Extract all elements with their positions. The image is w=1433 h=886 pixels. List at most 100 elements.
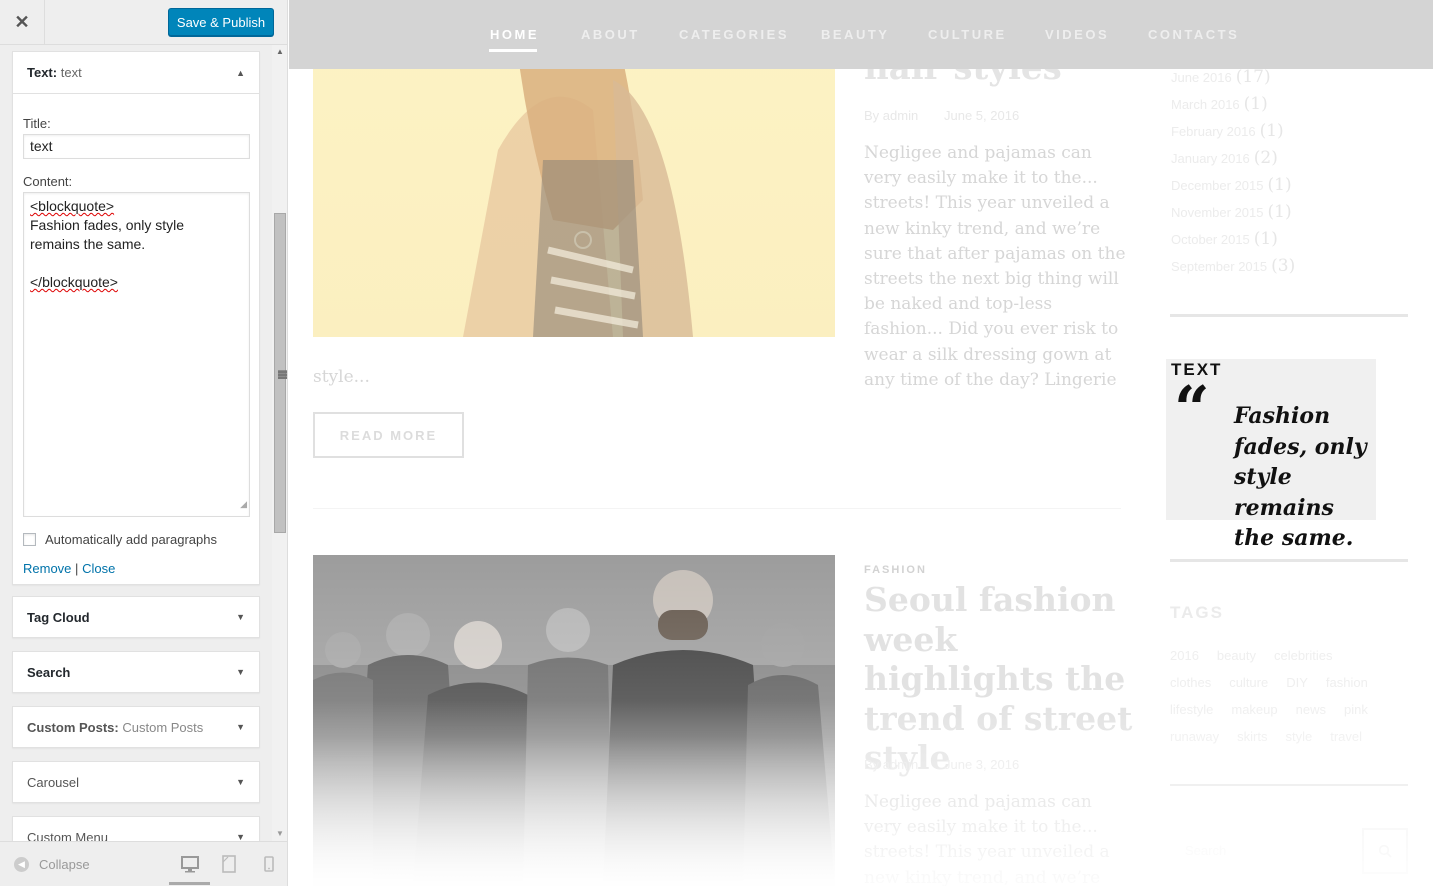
archive-item[interactable]: September 2015 (3) — [1171, 253, 1295, 280]
tag-link[interactable]: pink — [1344, 696, 1368, 723]
widget-header[interactable]: Carousel ▼ — [13, 762, 259, 802]
collapse-arrow-icon[interactable]: ▲ — [236, 68, 245, 78]
tag-link[interactable]: DIY — [1286, 669, 1308, 696]
tag-link[interactable]: skirts — [1237, 723, 1267, 750]
carousel-widget[interactable]: Carousel ▼ — [12, 761, 260, 803]
widget-header[interactable]: Tag Cloud ▼ — [13, 597, 259, 637]
search-input[interactable]: Search — [1171, 828, 1361, 874]
archive-item[interactable]: January 2016 (2) — [1171, 145, 1295, 172]
tag-link[interactable]: fashion — [1326, 669, 1368, 696]
widget-actions: Remove | Close — [23, 561, 115, 576]
title-input[interactable]: text — [23, 134, 250, 159]
tag-link[interactable]: lifestyle — [1170, 696, 1213, 723]
nav-contacts[interactable]: CONTACTS — [1148, 27, 1239, 42]
post-title[interactable]: Seoul fashion week highlights the trend … — [864, 580, 1134, 778]
collapse-arrow-icon: ◀ — [14, 857, 29, 872]
archive-item[interactable]: October 2015 (1) — [1171, 226, 1295, 253]
expand-arrow-icon[interactable]: ▼ — [236, 722, 245, 732]
content-line: remains the same. — [30, 236, 146, 252]
autop-label: Automatically add paragraphs — [45, 532, 217, 547]
post-date: June 5, 2016 — [944, 108, 1020, 123]
nav-culture[interactable]: CULTURE — [928, 27, 1007, 42]
nav-active-underline — [489, 49, 537, 52]
sidebar-divider — [1170, 784, 1408, 786]
collapse-button[interactable]: ◀ Collapse — [14, 857, 90, 872]
title-label: Title: — [23, 116, 51, 131]
tag-link[interactable]: beauty — [1217, 642, 1256, 669]
link-separator: | — [75, 561, 79, 576]
post-excerpt: Negligee and pajamas can very easily mak… — [864, 792, 1110, 886]
customizer-panel: ✕ Save & Publish Text: text ▲ Title: tex… — [0, 0, 288, 886]
scroll-up-icon[interactable]: ▲ — [272, 45, 287, 59]
tag-link[interactable]: clothes — [1170, 669, 1211, 696]
post-category[interactable]: FASHION — [864, 564, 927, 576]
sidebar-divider — [1170, 559, 1408, 562]
close-customizer-button[interactable]: ✕ — [0, 0, 45, 44]
widget-header[interactable]: Search ▼ — [13, 652, 259, 692]
sidebar-divider — [1170, 314, 1408, 317]
archive-item[interactable]: March 2016 (1) — [1171, 91, 1295, 118]
remove-link[interactable]: Remove — [23, 561, 71, 576]
nav-categories[interactable]: CATEGORIES — [679, 27, 789, 42]
content-label: Content: — [23, 174, 73, 189]
expand-arrow-icon[interactable]: ▼ — [236, 612, 245, 622]
tag-link[interactable]: runaway — [1170, 723, 1219, 750]
post-date: June 3, 2016 — [944, 757, 1020, 772]
desktop-preview-icon[interactable] — [180, 854, 200, 874]
archive-item[interactable]: February 2016 (1) — [1171, 118, 1295, 145]
post-image-street[interactable] — [313, 555, 835, 886]
save-publish-button[interactable]: Save & Publish — [168, 8, 274, 36]
content-line: <blockquote> — [30, 198, 115, 214]
tag-link[interactable]: style — [1285, 723, 1312, 750]
customizer-header: ✕ Save & Publish — [0, 0, 287, 45]
search-icon — [1378, 844, 1392, 858]
tag-link[interactable]: travel — [1330, 723, 1362, 750]
tag-cloud-widget[interactable]: Tag Cloud ▼ — [12, 596, 260, 638]
scrollbar-thumb[interactable]: ▬ ▬ ▬ — [274, 213, 287, 533]
post-author[interactable]: By admin — [864, 108, 918, 123]
read-more-button[interactable]: READ MORE — [313, 412, 464, 458]
tablet-preview-icon[interactable] — [219, 854, 239, 874]
search-button[interactable] — [1362, 828, 1408, 874]
sidebar-text-widget[interactable]: TEXT “ Fashion fades, only style remains… — [1166, 359, 1376, 551]
widget-header[interactable]: Custom Posts: Custom Posts ▼ — [13, 707, 259, 747]
post-divider — [313, 508, 1121, 509]
main-navigation: HOME ABOUT CATEGORIES BEAUTY CULTURE VID… — [289, 0, 1433, 69]
widget-name: Tag Cloud — [27, 609, 90, 625]
tag-link[interactable]: celebrities — [1274, 642, 1333, 669]
widgets-list: Text: text ▲ Title: text Content: <block… — [0, 45, 272, 841]
tag-link[interactable]: 2016 — [1170, 642, 1199, 669]
nav-home[interactable]: HOME — [490, 27, 539, 42]
close-link[interactable]: Close — [82, 561, 115, 576]
archive-item[interactable]: November 2015 (1) — [1171, 199, 1295, 226]
site-preview: HOME ABOUT CATEGORIES BEAUTY CULTURE VID… — [289, 0, 1433, 886]
tag-link[interactable]: makeup — [1231, 696, 1277, 723]
tag-link[interactable]: news — [1296, 696, 1326, 723]
resize-handle-icon[interactable]: ◢ — [240, 495, 247, 514]
content-textarea[interactable]: <blockquote> Fashion fades, only style rem… — [23, 192, 250, 517]
text-widget-panel: Text: text ▲ Title: text Content: <block… — [12, 51, 260, 585]
expand-arrow-icon[interactable]: ▼ — [236, 777, 245, 787]
custom-menu-widget[interactable]: Custom Menu ▼ — [12, 816, 260, 841]
expand-arrow-icon[interactable]: ▼ — [236, 832, 245, 841]
expand-arrow-icon[interactable]: ▼ — [236, 667, 245, 677]
search-widget[interactable]: Search ▼ — [12, 651, 260, 693]
custom-posts-widget[interactable]: Custom Posts: Custom Posts ▼ — [12, 706, 260, 748]
tag-link[interactable]: culture — [1229, 669, 1268, 696]
nav-about[interactable]: ABOUT — [581, 27, 640, 42]
active-device-indicator — [169, 882, 210, 885]
archive-item[interactable]: December 2015 (1) — [1171, 172, 1295, 199]
post-author[interactable]: By admin — [864, 757, 918, 772]
autop-option[interactable]: Automatically add paragraphs — [23, 532, 217, 547]
text-widget-header[interactable]: Text: text ▲ — [13, 52, 259, 94]
panel-scrollbar[interactable]: ▲ ▬ ▬ ▬ ▼ — [272, 45, 287, 841]
autop-checkbox[interactable] — [23, 533, 36, 546]
widget-header[interactable]: Custom Menu ▼ — [13, 817, 259, 842]
nav-beauty[interactable]: BEAUTY — [821, 27, 889, 42]
content-line: Fashion fades, only style — [30, 217, 185, 233]
mobile-preview-icon[interactable] — [259, 854, 279, 874]
archives-list: June 2016 (17) March 2016 (1) February 201… — [1171, 64, 1295, 280]
nav-videos[interactable]: VIDEOS — [1045, 27, 1109, 42]
scroll-down-icon[interactable]: ▼ — [272, 827, 287, 841]
widget-subtitle: text — [60, 65, 82, 80]
